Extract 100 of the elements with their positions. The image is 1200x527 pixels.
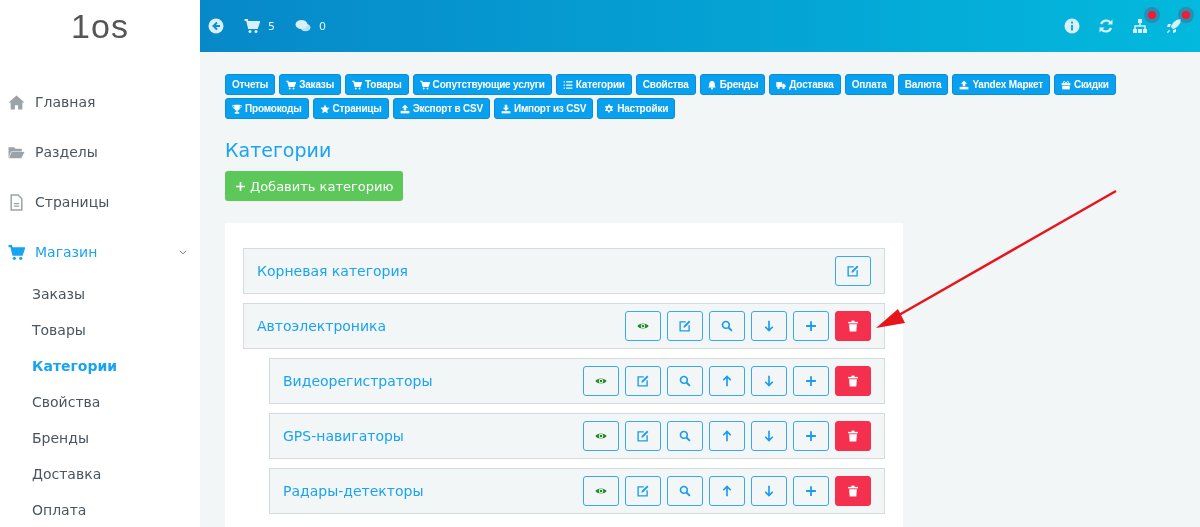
sidebar-item[interactable]: Разделы [0,127,200,177]
sidebar-subitem[interactable]: Заказы [0,277,200,313]
truck-icon [776,79,787,90]
sidebar-item-label: Разделы [35,144,99,160]
toolbar-button[interactable]: Валюта [897,74,949,95]
sitemap-icon[interactable] [1132,18,1148,34]
down-arrow-icon [763,485,775,497]
category-name[interactable]: Автоэлектроника [257,318,387,334]
plus-icon [235,180,246,192]
rocket-icon[interactable] [1166,18,1182,34]
down-arrow-icon [763,430,775,442]
plus-button[interactable] [793,421,829,451]
eye-button[interactable] [583,476,619,506]
toolbar-button[interactable]: Экспорт в CSV [392,98,490,119]
toolbar-button[interactable]: Свойства [635,74,696,95]
sidebar-item[interactable]: Страницы [0,177,200,227]
toolbar-button[interactable]: Товары [345,74,409,95]
toolbar-button[interactable]: Отчеты [225,74,276,95]
plus-button[interactable] [793,366,829,396]
toolbar-button[interactable]: Скидки [1054,74,1116,95]
trash-button[interactable] [835,421,871,451]
edit-icon [637,485,649,497]
upload-icon [399,103,410,114]
category-name[interactable]: Видеорегистраторы [283,373,433,389]
down-arrow-button[interactable] [751,421,787,451]
plus-icon [805,485,817,497]
edit-icon [637,430,649,442]
sidebar-subitem[interactable]: Бренды [0,421,200,457]
up-arrow-icon [721,485,733,497]
down-arrow-icon [763,320,775,332]
plus-button[interactable] [793,476,829,506]
toolbar-button[interactable]: Доставка [769,74,841,95]
toolbar-button[interactable]: Оплата [844,74,894,95]
plus-icon [805,430,817,442]
toolbar-button[interactable]: Импорт из CSV [493,98,594,119]
sidebar-item[interactable]: Главная [0,77,200,127]
plus-button[interactable] [793,311,829,341]
toolbar-button[interactable]: Промокоды [225,98,309,119]
search-button[interactable] [709,311,745,341]
category-name[interactable]: GPS-навигаторы [283,428,404,444]
category-name[interactable]: Корневая категория [257,263,408,279]
eye-button[interactable] [583,421,619,451]
chat-icon[interactable] [295,18,311,34]
down-arrow-button[interactable] [751,476,787,506]
edit-button[interactable] [835,256,871,286]
up-arrow-button[interactable] [709,366,745,396]
trash-button[interactable] [835,476,871,506]
toolbar-button[interactable]: Сопутствующие услуги [412,74,552,95]
search-button[interactable] [667,366,703,396]
eye-button[interactable] [625,311,661,341]
refresh-icon[interactable] [1098,18,1114,34]
toolbar-button[interactable]: Yandex Маркет [952,74,1051,95]
gift-icon [1061,79,1072,90]
trash-icon [847,485,859,497]
cart-icon [352,79,362,90]
sidebar-item-label: Магазин [35,244,99,260]
sidebar-subitem[interactable]: Товары [0,313,200,349]
toolbar-button[interactable]: Страницы [312,98,389,119]
logo[interactable]: 1os [71,6,129,46]
trash-button[interactable] [835,366,871,396]
trash-icon [847,375,859,387]
star-icon [319,103,330,114]
sidebar-item-label: Страницы [35,194,111,210]
edit-button[interactable] [625,366,661,396]
chevron-icon [178,247,188,257]
search-icon [679,375,691,387]
sidebar-item-label: Главная [35,94,97,110]
up-arrow-button[interactable] [709,476,745,506]
count-label: 0 [319,19,326,33]
edit-button[interactable] [667,311,703,341]
sidebar-subitem[interactable]: Свойства [0,385,200,421]
up-arrow-button[interactable] [709,421,745,451]
search-button[interactable] [667,421,703,451]
info-icon[interactable] [1064,18,1080,34]
sidebar-subitem[interactable]: Доставка [0,457,200,493]
category-name[interactable]: Радары-детекторы [283,483,424,499]
toolbar-button[interactable]: Настройки [597,98,676,119]
page-title: Категории [225,139,332,161]
sidebar-subitem[interactable]: Категории [0,349,200,385]
edit-button[interactable] [625,421,661,451]
toolbar-button[interactable]: Бренды [699,74,766,95]
down-arrow-icon [763,375,775,387]
down-arrow-button[interactable] [751,366,787,396]
sidebar-subitem[interactable]: Оплата [0,493,200,527]
eye-button[interactable] [583,366,619,396]
download-icon [500,103,511,114]
cart-icon [286,79,297,90]
trash-button[interactable] [835,311,871,341]
search-button[interactable] [667,476,703,506]
search-icon [679,485,691,497]
toolbar-button[interactable]: Заказы [279,74,341,95]
cart-icon[interactable] [244,18,260,34]
home-icon [8,93,25,111]
plus-icon [805,375,817,387]
cart-icon [419,79,430,90]
add-category-button[interactable]: Добавить категорию [225,171,404,201]
sidebar-item[interactable]: Магазин [0,227,200,277]
edit-button[interactable] [625,476,661,506]
toolbar-button[interactable]: Категории [555,74,632,95]
down-arrow-button[interactable] [751,311,787,341]
